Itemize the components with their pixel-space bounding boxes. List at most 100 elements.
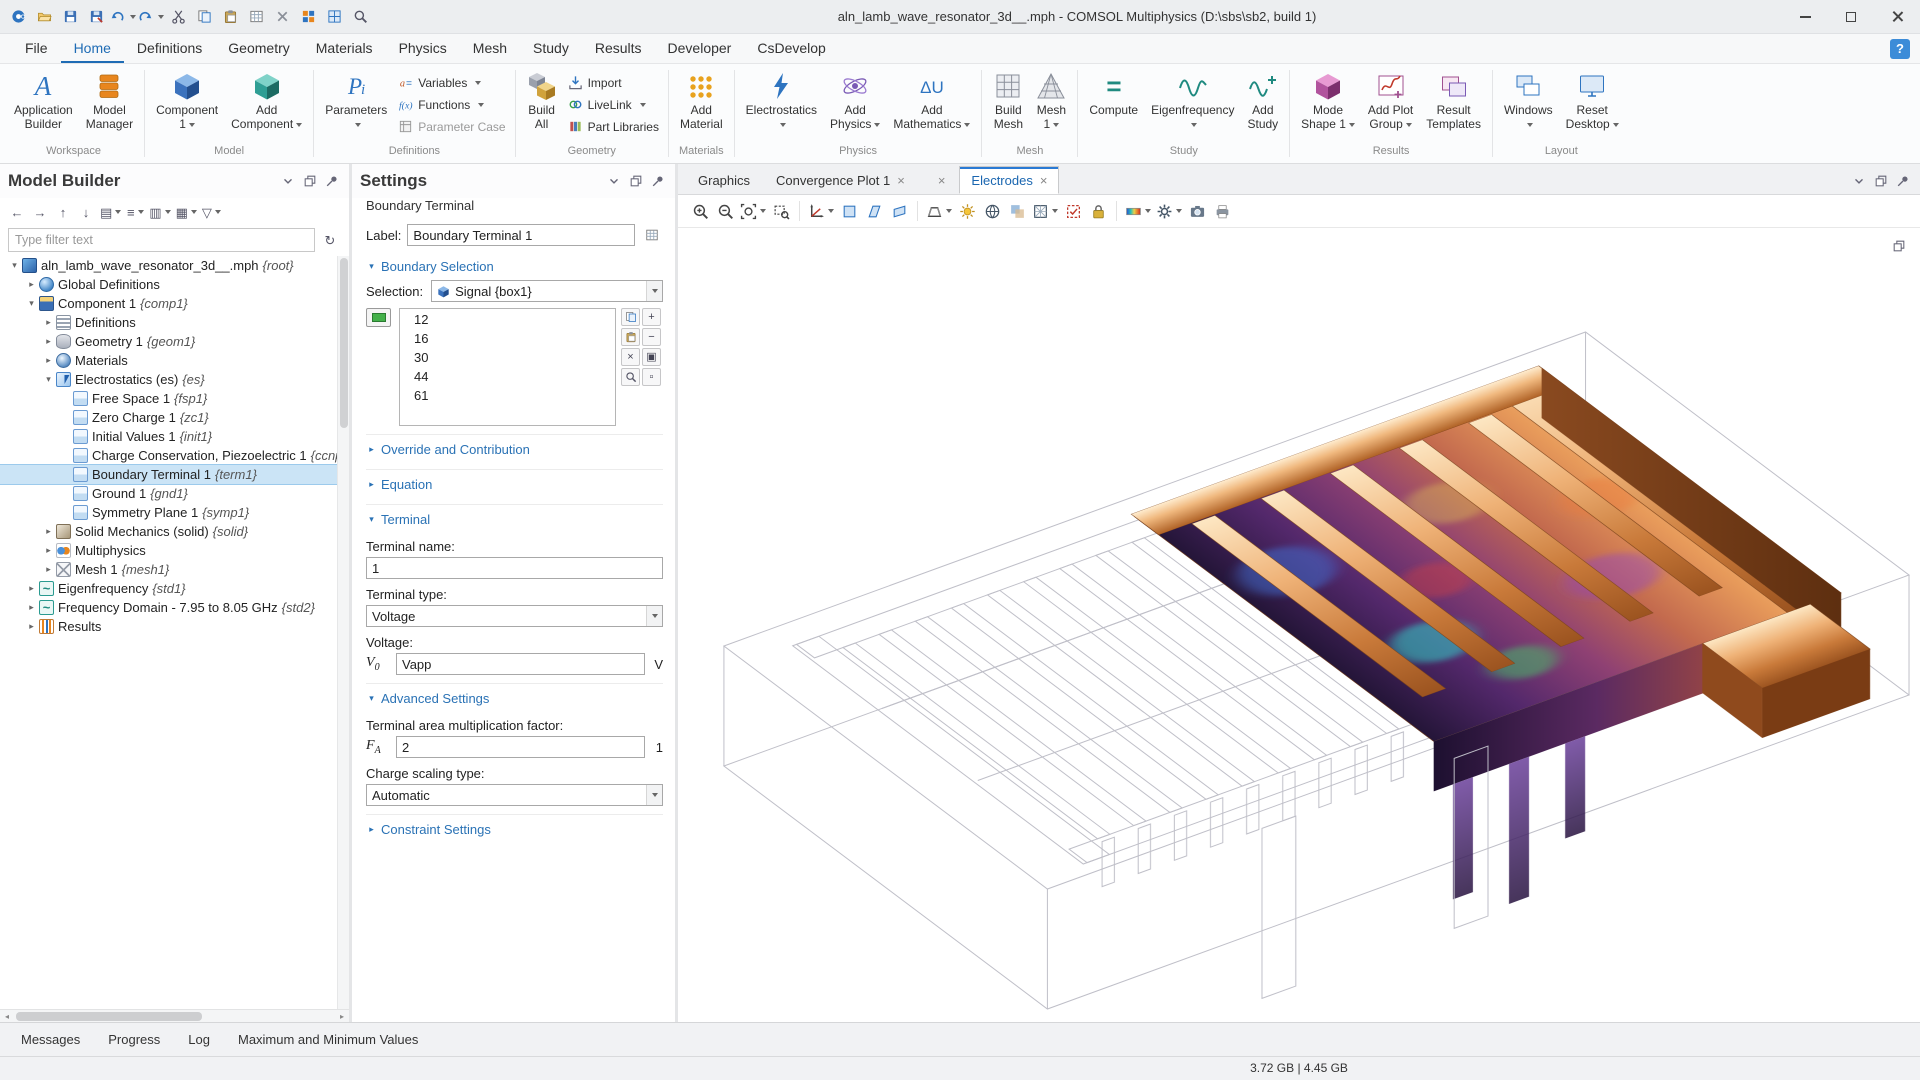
tree-item[interactable]: Symmetry Plane 1 {symp1} — [0, 503, 337, 522]
show-options-icon[interactable]: ▤ — [98, 201, 123, 223]
refresh-icon[interactable]: ↻ — [319, 229, 341, 251]
expander-icon[interactable] — [25, 621, 38, 632]
paste-icon[interactable] — [218, 5, 242, 29]
graphics-context-icon[interactable] — [1889, 236, 1908, 255]
tree-item[interactable]: Definitions — [0, 313, 337, 332]
tree-item[interactable]: Initial Values 1 {init1} — [0, 427, 337, 446]
tab-convergence-plot-1[interactable]: Convergence Plot 1× — [764, 166, 917, 194]
float-panel-icon[interactable] — [626, 172, 645, 191]
chevron-down-icon[interactable] — [646, 281, 662, 301]
expander-icon[interactable] — [8, 260, 21, 271]
copy-icon[interactable] — [192, 5, 216, 29]
tree-item[interactable]: Boundary Terminal 1 {term1} — [0, 465, 337, 484]
menu-tab-developer[interactable]: Developer — [655, 34, 745, 63]
cut-icon[interactable] — [166, 5, 190, 29]
move-down-icon[interactable]: ↓ — [75, 201, 97, 223]
add-study-button[interactable]: AddStudy — [1241, 69, 1284, 133]
model-manager-button[interactable]: ModelManager — [80, 69, 139, 133]
panel-menu-icon[interactable] — [1849, 171, 1868, 190]
data-grid-icon[interactable] — [322, 5, 346, 29]
tree-item[interactable]: Free Space 1 {fsp1} — [0, 389, 337, 408]
graphics-canvas[interactable] — [678, 228, 1920, 1022]
zoom-in-icon[interactable] — [688, 199, 712, 223]
expander-icon[interactable] — [25, 583, 38, 594]
section-override-and-contribution[interactable]: Override and Contribution — [366, 440, 663, 461]
selection-combo[interactable]: Signal {box1} — [431, 280, 663, 302]
tree-item[interactable]: Mesh 1 {mesh1} — [0, 560, 337, 579]
close-tab-icon[interactable]: × — [897, 173, 905, 188]
voltage-input[interactable] — [396, 653, 645, 675]
menu-tab-results[interactable]: Results — [582, 34, 655, 63]
tree-item[interactable]: Global Definitions — [0, 275, 337, 294]
compute-button[interactable]: Compute — [1083, 69, 1144, 133]
remove-from-selection-button[interactable]: − — [642, 328, 661, 346]
tab-progress[interactable]: Progress — [95, 1023, 173, 1056]
tree-item[interactable]: aln_lamb_wave_resonator_3d__.mph {root} — [0, 256, 337, 275]
pin-panel-icon[interactable] — [648, 172, 667, 191]
section-advanced-settings[interactable]: Advanced Settings — [366, 689, 663, 710]
selection-active-toggle[interactable] — [366, 308, 391, 327]
area-factor-input[interactable] — [396, 736, 645, 758]
menu-tab-file[interactable]: File — [12, 34, 61, 63]
terminal-name-input[interactable] — [366, 557, 663, 579]
chevron-down-icon[interactable] — [646, 785, 662, 805]
terminal-type-combo[interactable]: Voltage — [366, 605, 663, 627]
reset-desktop-button[interactable]: ResetDesktop — [1560, 69, 1625, 133]
expander-icon[interactable] — [42, 564, 55, 575]
undo-icon[interactable] — [110, 5, 136, 29]
tree-item[interactable]: Component 1 {comp1} — [0, 294, 337, 313]
add-material-button[interactable]: AddMaterial — [674, 69, 729, 133]
menu-tab-home[interactable]: Home — [61, 34, 124, 63]
label-options-icon[interactable] — [641, 225, 663, 245]
color-table-icon[interactable] — [1123, 199, 1153, 223]
add-physics-button[interactable]: AddPhysics — [824, 69, 886, 133]
help-icon[interactable]: ? — [1890, 39, 1910, 59]
view-xy-plane-icon[interactable] — [837, 199, 861, 223]
menu-tab-definitions[interactable]: Definitions — [124, 34, 215, 63]
tree-item[interactable]: Multiphysics — [0, 541, 337, 560]
expander-icon[interactable] — [25, 279, 38, 290]
expander-icon[interactable] — [42, 355, 55, 366]
selection-entry[interactable]: 12 — [400, 310, 615, 329]
livelink-button[interactable]: LiveLink — [564, 96, 663, 113]
zoom-out-icon[interactable] — [713, 199, 737, 223]
transparency-icon[interactable] — [1005, 199, 1029, 223]
save-icon[interactable] — [58, 5, 82, 29]
tree-item[interactable]: Charge Conservation, Piezoelectric 1 {cc… — [0, 446, 337, 465]
parameters-button[interactable]: Parameters — [319, 69, 393, 133]
component-button[interactable]: Component1 — [150, 69, 224, 133]
menu-tab-physics[interactable]: Physics — [386, 34, 460, 63]
build-all-button[interactable]: BuildAll — [521, 69, 563, 133]
expander-icon[interactable] — [42, 545, 55, 556]
tree-item[interactable]: Solid Mechanics (solid) {solid} — [0, 522, 337, 541]
close-icon[interactable] — [1874, 0, 1920, 34]
add-component-button[interactable]: AddComponent — [225, 69, 308, 133]
selection-entry[interactable]: 44 — [400, 367, 615, 386]
scene-settings-icon[interactable] — [1154, 199, 1184, 223]
close-tab-icon[interactable]: × — [938, 173, 946, 188]
save-as-icon[interactable] — [84, 5, 108, 29]
expander-icon[interactable] — [42, 336, 55, 347]
lock-view-icon[interactable] — [1086, 199, 1110, 223]
menu-tab-csdevelop[interactable]: CsDevelop — [744, 34, 838, 63]
tab-graphics[interactable]: Graphics — [686, 166, 762, 194]
snapshot-icon[interactable] — [1185, 199, 1209, 223]
menu-tab-materials[interactable]: Materials — [303, 34, 386, 63]
tree-item[interactable]: Geometry 1 {geom1} — [0, 332, 337, 351]
section-boundary-selection[interactable]: Boundary Selection — [366, 257, 663, 278]
add-to-selection-button[interactable]: + — [642, 308, 661, 326]
filter-options-icon[interactable]: ▽ — [200, 201, 223, 223]
panel-menu-icon[interactable] — [278, 172, 297, 191]
part-libraries-button[interactable]: Part Libraries — [564, 118, 663, 135]
go-forward-icon[interactable]: → — [29, 201, 51, 223]
zoom-to-selection-button[interactable] — [621, 368, 640, 386]
result-templates-button[interactable]: ResultTemplates — [1420, 69, 1487, 133]
float-panel-icon[interactable] — [300, 172, 319, 191]
delete-icon[interactable] — [270, 5, 294, 29]
tab-log[interactable]: Log — [175, 1023, 223, 1056]
tree-item[interactable]: Results — [0, 617, 337, 636]
build-mesh-button[interactable]: BuildMesh — [987, 69, 1029, 133]
section-equation[interactable]: Equation — [366, 475, 663, 496]
add-mathematics-button[interactable]: AddMathematics — [887, 69, 976, 133]
menu-tab-geometry[interactable]: Geometry — [215, 34, 302, 63]
